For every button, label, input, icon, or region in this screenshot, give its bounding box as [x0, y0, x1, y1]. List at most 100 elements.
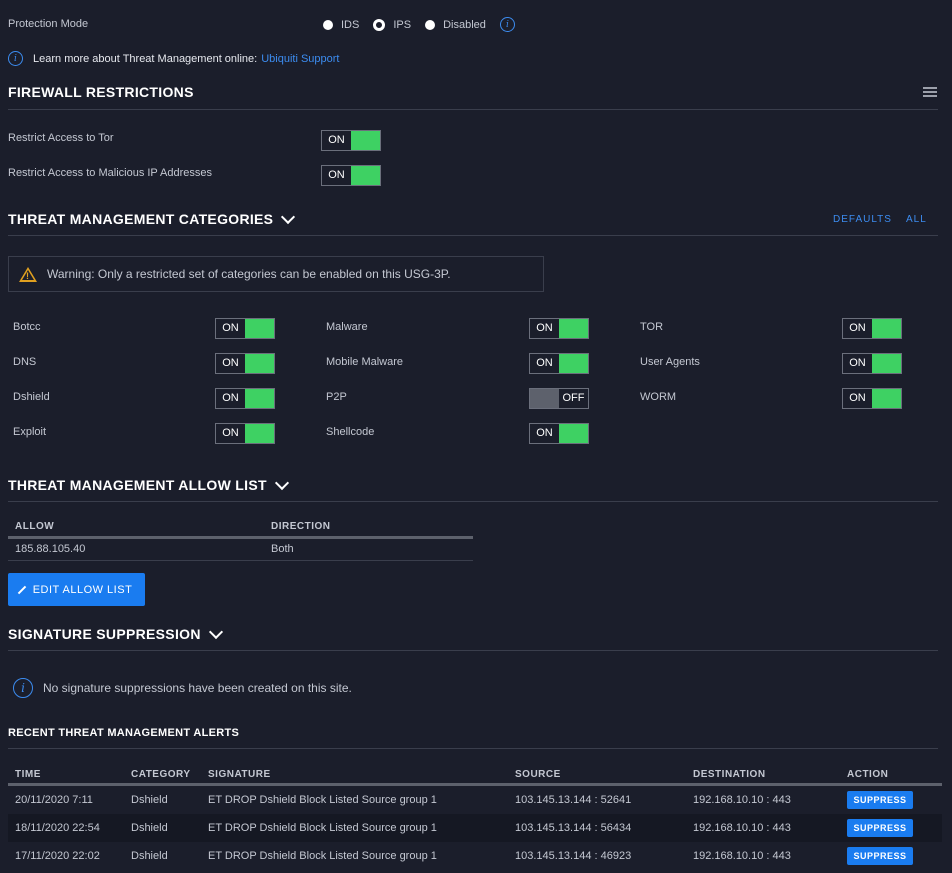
time-header: TIME [15, 769, 41, 780]
category-shellcode-toggle[interactable]: ON [529, 423, 589, 444]
category-dns-toggle[interactable]: ON [215, 353, 275, 374]
suppression-empty-text: No signature suppressions have been crea… [43, 681, 352, 695]
toggle-state: ON [222, 427, 239, 439]
radio-disabled[interactable] [425, 19, 436, 30]
edit-allow-list-label: EDIT ALLOW LIST [32, 583, 133, 596]
signature-suppression-title[interactable]: SIGNATURE SUPPRESSION [8, 624, 223, 642]
toggle-knob [872, 389, 901, 408]
restrict-tor-toggle[interactable]: ON [321, 130, 381, 151]
toggle-state: ON [328, 134, 345, 146]
defaults-link[interactable]: DEFAULTS [833, 214, 892, 225]
toggle-state: ON [222, 322, 239, 334]
toggle-state: ON [849, 357, 866, 369]
toggle-knob [245, 389, 274, 408]
warning-icon [19, 266, 37, 282]
alert-category: Dshield [131, 794, 168, 806]
suppression-empty-row: i No signature suppressions have been cr… [13, 678, 352, 698]
toggle-state: ON [222, 392, 239, 404]
divider [8, 235, 938, 236]
signature-header: SIGNATURE [208, 769, 271, 780]
allow-list-title-text: THREAT MANAGEMENT ALLOW LIST [8, 477, 267, 493]
edit-allow-list-button[interactable]: EDIT ALLOW LIST [8, 573, 145, 606]
info-icon: i [8, 51, 23, 66]
toggle-state: ON [536, 357, 553, 369]
category-exploit-toggle[interactable]: ON [215, 423, 275, 444]
radio-disabled-label: Disabled [443, 18, 486, 31]
action-header: ACTION [847, 769, 889, 780]
divider [8, 560, 473, 561]
destination-header: DESTINATION [693, 769, 766, 780]
alert-category: Dshield [131, 850, 168, 862]
divider [8, 109, 938, 110]
divider [8, 650, 938, 651]
restrict-tor-label: Restrict Access to Tor [8, 132, 114, 144]
toggle-state: ON [222, 357, 239, 369]
radio-ids[interactable] [323, 19, 333, 30]
toggle-state: ON [536, 322, 553, 334]
toggle-knob [559, 319, 588, 338]
allow-direction: Both [271, 543, 294, 555]
category-malware-toggle[interactable]: ON [529, 318, 589, 339]
alert-signature: ET DROP Dshield Block Listed Source grou… [208, 822, 437, 834]
alert-time: 20/11/2020 7:11 [15, 794, 93, 806]
toggle-knob [351, 166, 380, 185]
radio-ips-label: IPS [393, 18, 412, 31]
chevron-down-icon [281, 209, 296, 224]
alert-time: 18/11/2020 22:54 [15, 822, 100, 834]
alert-time: 17/11/2020 22:02 [15, 850, 100, 862]
category-exploit-label: Exploit [13, 426, 47, 438]
category-botcc-toggle[interactable]: ON [215, 318, 275, 339]
allow-header: ALLOW [15, 521, 55, 532]
category-tor-toggle[interactable]: ON [842, 318, 902, 339]
category-dshield-toggle[interactable]: ON [215, 388, 275, 409]
ubiquiti-support-link[interactable]: Ubiquiti Support [261, 53, 339, 65]
suppress-button[interactable]: SUPPRESS [847, 819, 913, 837]
pencil-icon [17, 585, 26, 594]
suppression-title-text: SIGNATURE SUPPRESSION [8, 626, 201, 642]
category-user-agents-toggle[interactable]: ON [842, 353, 902, 374]
learn-more-row: i Learn more about Threat Management onl… [8, 51, 340, 66]
toggle-knob [245, 319, 274, 338]
category-shellcode-label: Shellcode [326, 426, 375, 438]
warning-box: Warning: Only a restricted set of catego… [8, 256, 544, 292]
category-dshield-label: Dshield [13, 391, 50, 403]
allow-ip: 185.88.105.40 [15, 543, 86, 555]
protection-mode-options: IDS IPS Disabled i [323, 17, 515, 32]
suppress-button[interactable]: SUPPRESS [847, 791, 913, 809]
toggle-state: ON [849, 392, 866, 404]
chevron-down-icon [208, 624, 223, 639]
category-mobile-malware-label: Mobile Malware [326, 356, 404, 368]
source-header: SOURCE [515, 769, 561, 780]
all-link[interactable]: ALL [906, 214, 927, 225]
table-header-rule [8, 536, 473, 539]
divider [8, 748, 938, 749]
allow-list-title[interactable]: THREAT MANAGEMENT ALLOW LIST [8, 475, 289, 493]
toggle-knob [559, 354, 588, 373]
restrict-malicious-label: Restrict Access to Malicious IP Addresse… [8, 167, 212, 179]
protection-mode-label: Protection Mode [8, 18, 89, 30]
radio-ips[interactable] [373, 18, 386, 31]
alert-source: 103.145.13.144 : 56434 [515, 822, 632, 834]
alert-destination: 192.168.10.10 : 443 [693, 794, 791, 806]
toggle-knob [559, 424, 588, 443]
chevron-down-icon [274, 475, 289, 490]
threat-categories-title[interactable]: THREAT MANAGEMENT CATEGORIES [8, 209, 296, 227]
toggle-knob [351, 131, 380, 150]
category-mobile-malware-toggle[interactable]: ON [529, 353, 589, 374]
alert-destination: 192.168.10.10 : 443 [693, 822, 791, 834]
info-icon[interactable]: i [499, 17, 515, 32]
recent-alerts-title: RECENT THREAT MANAGEMENT ALERTS [8, 727, 240, 739]
category-tor-label: TOR [640, 321, 664, 333]
menu-icon[interactable] [923, 87, 937, 97]
category-worm-toggle[interactable]: ON [842, 388, 902, 409]
category-p2p-toggle[interactable]: OFF [529, 388, 589, 409]
restrict-malicious-toggle[interactable]: ON [321, 165, 381, 186]
radio-ids-label: IDS [341, 18, 360, 31]
alert-signature: ET DROP Dshield Block Listed Source grou… [208, 794, 437, 806]
toggle-knob [872, 319, 901, 338]
alert-destination: 192.168.10.10 : 443 [693, 850, 791, 862]
category-dns-label: DNS [13, 356, 37, 368]
suppress-button[interactable]: SUPPRESS [847, 847, 913, 865]
firewall-restrictions-title: FIREWALL RESTRICTIONS [8, 84, 194, 100]
direction-header: DIRECTION [271, 521, 331, 532]
